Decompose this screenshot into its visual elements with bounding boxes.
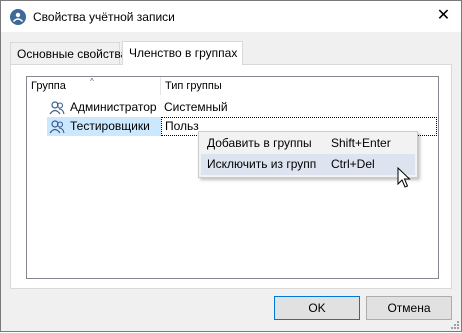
- group-icon: [49, 100, 65, 116]
- resize-grip-icon[interactable]: [450, 319, 460, 329]
- column-header-label: Тип группы: [165, 80, 222, 92]
- group-name: Тестировщики: [70, 119, 150, 133]
- window-title: Свойства учётной записи: [33, 10, 175, 24]
- tab-group-membership[interactable]: Членство в группах: [122, 41, 243, 65]
- menu-item-shortcut: Ctrl+Del: [331, 157, 375, 171]
- group-icon: [49, 119, 65, 135]
- list-header: Группа ^ Тип группы: [27, 77, 438, 95]
- table-row[interactable]: Администратор Системный: [27, 98, 438, 117]
- menu-item-label: Исключить из групп: [207, 157, 317, 171]
- tab-label: Членство в группах: [129, 46, 238, 60]
- ok-button[interactable]: OK: [274, 296, 360, 320]
- title-bar[interactable]: Свойства учётной записи ✕: [1, 1, 461, 32]
- cancel-button[interactable]: Отмена: [366, 296, 452, 320]
- menu-item-label: Добавить в группы: [207, 136, 312, 150]
- menu-item-add-to-groups[interactable]: Добавить в группы Shift+Enter: [201, 133, 415, 154]
- close-icon[interactable]: ✕: [426, 1, 461, 32]
- context-menu: Добавить в группы Shift+Enter Исключить …: [198, 131, 418, 178]
- group-type: Системный: [164, 100, 228, 114]
- sort-ascending-icon: ^: [90, 77, 94, 86]
- column-header-type[interactable]: Тип группы: [161, 77, 438, 95]
- tab-label: Основные свойства: [17, 47, 128, 61]
- tab-basic-properties[interactable]: Основные свойства: [10, 42, 127, 64]
- dialog-window: Свойства учётной записи ✕ Основные свойс…: [0, 0, 462, 332]
- mouse-cursor-icon: [397, 166, 411, 189]
- column-header-group[interactable]: Группа ^: [27, 77, 161, 95]
- app-icon: [10, 9, 26, 25]
- menu-item-shortcut: Shift+Enter: [331, 136, 391, 150]
- menu-item-remove-from-groups[interactable]: Исключить из групп Ctrl+Del: [201, 154, 415, 175]
- dialog-content: Основные свойства Членство в группах Гру…: [1, 32, 461, 331]
- column-header-label: Группа: [31, 80, 66, 92]
- group-name: Администратор: [70, 100, 157, 114]
